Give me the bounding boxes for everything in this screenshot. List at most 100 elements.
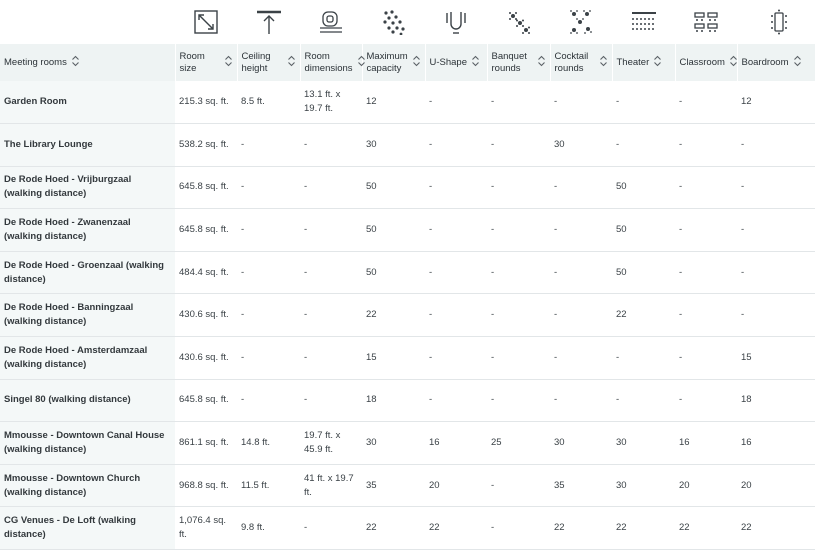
cell-room-size: 645.8 sq. ft. (175, 166, 237, 210)
cell-room-dimensions: - (300, 208, 362, 252)
cell-room-size: 538.2 sq. ft. (175, 123, 237, 167)
classroom-icon (675, 9, 737, 35)
cell-banquet-rounds: - (487, 208, 550, 252)
cell-room-dimensions: 41 ft. x 19.7 ft. (300, 464, 362, 508)
cell-room-size: 430.6 sq. ft. (175, 293, 237, 338)
cell-theater: - (612, 336, 675, 380)
cell-room-dimensions: - (300, 336, 362, 380)
sort-icon[interactable] (653, 55, 662, 71)
column-header-meeting-rooms[interactable]: Meeting rooms (0, 44, 176, 81)
cell-cocktail-rounds: - (550, 379, 612, 423)
sort-icon[interactable] (537, 55, 546, 71)
cell-theater: 22 (612, 293, 675, 338)
cell-room-size: 645.8 sq. ft. (175, 379, 237, 423)
cell-room-size: 645.8 sq. ft. (175, 208, 237, 252)
room-size-icon (175, 9, 237, 35)
cell-boardroom: - (737, 251, 815, 295)
sort-icon[interactable] (729, 55, 738, 71)
cell-ceiling-height: - (237, 123, 300, 167)
sort-icon[interactable] (793, 55, 802, 71)
cell-boardroom: 22 (737, 506, 815, 551)
cell-cocktail-rounds: - (550, 208, 612, 252)
boardroom-icon (737, 9, 815, 35)
column-header-label: U-Shape (429, 56, 468, 68)
cell-maximum-capacity: 30 (362, 123, 425, 167)
column-header-maximum-capacity[interactable]: Maximum capacity (362, 44, 426, 81)
cell-boardroom: 12 (737, 81, 815, 125)
cell-room-dimensions: - (300, 506, 362, 551)
cell-u-shape: 16 (425, 421, 487, 465)
table-row: De Rode Hoed - Groenzaal (walking distan… (0, 251, 815, 295)
sort-icon[interactable] (599, 55, 608, 71)
cocktail-rounds-icon (550, 9, 612, 35)
cell-u-shape: - (425, 81, 487, 125)
header-row: Meeting rooms Room size Ceiling height Room… (0, 44, 815, 81)
sort-icon[interactable] (471, 55, 480, 71)
sort-icon[interactable] (287, 55, 296, 71)
sort-icon[interactable] (357, 55, 366, 71)
maximum-capacity-icon (362, 9, 425, 35)
cell-cocktail-rounds: 22 (550, 506, 612, 551)
cell-maximum-capacity: 15 (362, 336, 425, 380)
room-name-cell: CG Venues - De Loft (walking distance) (0, 506, 175, 551)
cell-banquet-rounds: - (487, 293, 550, 338)
room-name-cell: De Rode Hoed - Groenzaal (walking distan… (0, 251, 175, 295)
table-row: De Rode Hoed - Zwanenzaal (walking dista… (0, 208, 815, 252)
column-header-ceiling-height[interactable]: Ceiling height (237, 44, 301, 81)
sort-icon[interactable] (412, 55, 421, 71)
sort-icon[interactable] (71, 55, 80, 71)
room-name-cell: Mmousse - Downtown Canal House (walking … (0, 421, 175, 465)
cell-banquet-rounds: - (487, 123, 550, 167)
cell-classroom: - (675, 81, 737, 125)
theater-icon (612, 9, 675, 35)
cell-banquet-rounds: - (487, 379, 550, 423)
table-row: CG Venues - De Loft (walking distance) 1,… (0, 506, 815, 551)
cell-u-shape: - (425, 251, 487, 295)
column-header-label: Meeting rooms (4, 56, 67, 68)
cell-room-size: 215.3 sq. ft. (175, 81, 237, 125)
cell-ceiling-height: - (237, 379, 300, 423)
cell-banquet-rounds: - (487, 81, 550, 125)
sort-icon[interactable] (224, 55, 233, 71)
cell-ceiling-height: - (237, 251, 300, 295)
cell-banquet-rounds: 25 (487, 421, 550, 465)
table-row: Garden Room 215.3 sq. ft. 8.5 ft. 13.1 ft. … (0, 81, 815, 125)
cell-maximum-capacity: 30 (362, 421, 425, 465)
cell-room-size: 430.6 sq. ft. (175, 336, 237, 380)
table-row: The Library Lounge 538.2 sq. ft. - -30- -30-… (0, 123, 815, 167)
cell-classroom: - (675, 251, 737, 295)
cell-cocktail-rounds: - (550, 336, 612, 380)
column-header-label: Classroom (679, 56, 725, 68)
cell-u-shape: 22 (425, 506, 487, 551)
cell-theater: - (612, 379, 675, 423)
cell-u-shape: - (425, 166, 487, 210)
cell-room-size: 861.1 sq. ft. (175, 421, 237, 465)
column-header-cocktail-rounds[interactable]: Cocktail rounds (550, 44, 613, 81)
column-header-u-shape[interactable]: U-Shape (425, 44, 488, 81)
cell-u-shape: - (425, 379, 487, 423)
column-header-classroom[interactable]: Classroom (675, 44, 738, 81)
cell-room-dimensions: - (300, 379, 362, 423)
cell-theater: 22 (612, 506, 675, 551)
column-header-boardroom[interactable]: Boardroom (737, 44, 815, 81)
cell-ceiling-height: 11.5 ft. (237, 464, 300, 508)
cell-maximum-capacity: 50 (362, 166, 425, 210)
cell-classroom: - (675, 293, 737, 338)
cell-banquet-rounds: - (487, 251, 550, 295)
cell-room-size: 968.8 sq. ft. (175, 464, 237, 508)
column-header-room-dimensions[interactable]: Room dimensions (300, 44, 365, 81)
column-header-theater[interactable]: Theater (612, 44, 676, 81)
room-name-cell: De Rode Hoed - Zwanenzaal (walking dista… (0, 208, 175, 252)
cell-classroom: - (675, 208, 737, 252)
cell-u-shape: - (425, 293, 487, 338)
column-header-banquet-rounds[interactable]: Banquet rounds (487, 44, 551, 81)
cell-u-shape: - (425, 123, 487, 167)
cell-boardroom: - (737, 208, 815, 252)
cell-room-size: 484.4 sq. ft. (175, 251, 237, 295)
column-header-room-size[interactable]: Room size (175, 44, 238, 81)
column-header-label: Cocktail rounds (554, 50, 589, 74)
column-header-label: Room size (179, 50, 205, 74)
cell-room-dimensions: - (300, 123, 362, 167)
cell-ceiling-height: - (237, 293, 300, 338)
cell-classroom: - (675, 336, 737, 380)
